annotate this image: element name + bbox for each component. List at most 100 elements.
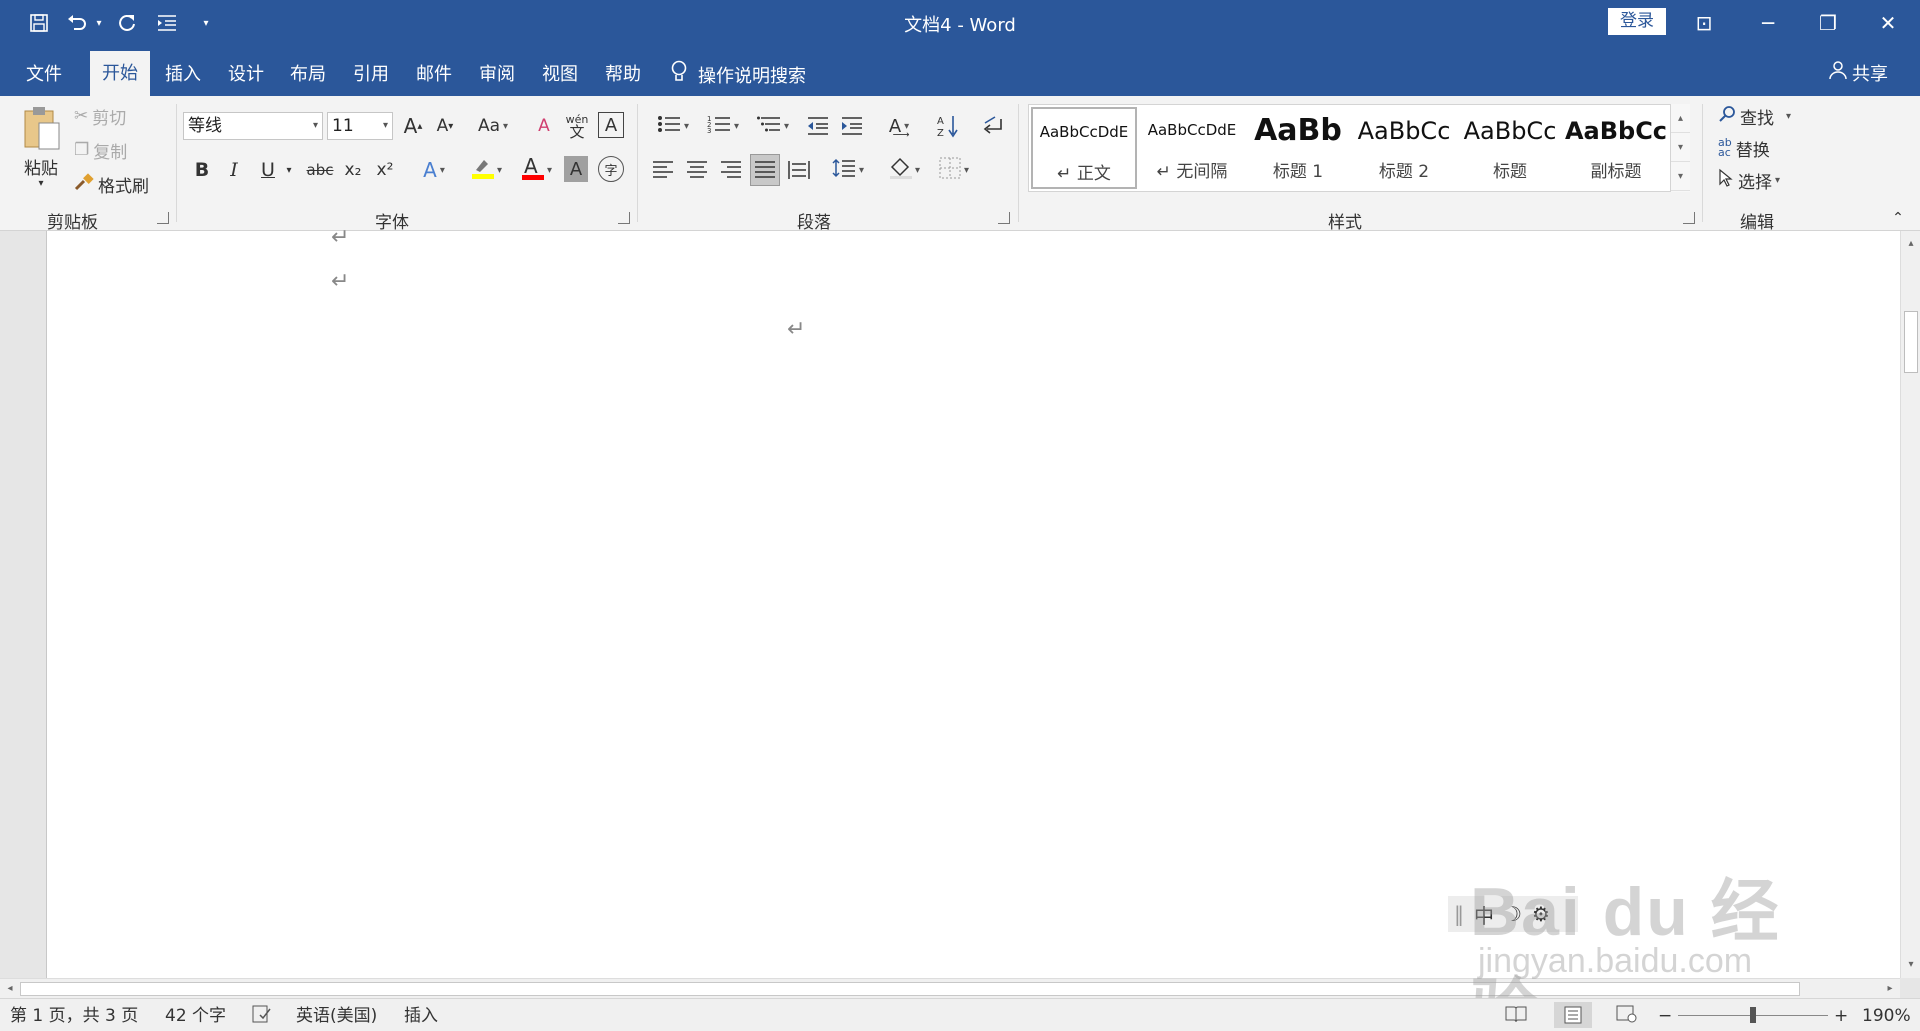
align-center-icon[interactable]	[684, 156, 710, 184]
tab-help[interactable]: 帮助	[605, 60, 641, 90]
scroll-up-icon[interactable]: ▴	[1901, 235, 1920, 253]
format-painter-button[interactable]: 格式刷	[74, 172, 149, 197]
paste-dropdown-icon[interactable]: ▾	[34, 176, 48, 190]
login-button[interactable]: 登录	[1608, 8, 1666, 35]
ime-toolbar[interactable]: ‖ 中 ☽ ⚙	[1448, 896, 1578, 932]
tell-me-search[interactable]: 操作说明搜索	[670, 60, 806, 94]
gallery-down-icon[interactable]: ▾	[1671, 133, 1690, 162]
zoom-level[interactable]: 190%	[1862, 1005, 1911, 1027]
web-layout-icon[interactable]	[1616, 1005, 1638, 1029]
style-subtitle[interactable]: AaBbCc 副标题	[1563, 107, 1669, 189]
underline-button[interactable]: U	[256, 156, 280, 184]
shrink-font-icon[interactable]: A ▾	[432, 112, 458, 140]
underline-dropdown-icon[interactable]: ▾	[282, 156, 296, 184]
customize-qat-icon[interactable]: ▾	[196, 8, 216, 38]
bullets-button[interactable]: ▾	[650, 112, 696, 140]
gear-icon[interactable]: ⚙	[1532, 902, 1550, 926]
close-button[interactable]: ✕	[1858, 0, 1918, 46]
font-color-button[interactable]: A ▾	[514, 154, 558, 184]
align-right-icon[interactable]	[718, 156, 744, 184]
ime-language[interactable]: 中	[1474, 900, 1494, 929]
vertical-scroll-thumb[interactable]	[1904, 311, 1918, 373]
multilevel-list-button[interactable]: ▾	[750, 112, 796, 140]
paragraph-launcher-icon[interactable]	[998, 212, 1010, 224]
scroll-down-icon[interactable]: ▾	[1901, 956, 1920, 974]
language-status[interactable]: 英语(美国)	[296, 1005, 377, 1027]
insert-mode[interactable]: 插入	[404, 1005, 438, 1027]
repeat-icon[interactable]	[112, 8, 142, 38]
copy-button[interactable]: ❐ 复制	[74, 138, 127, 163]
decrease-indent-icon[interactable]	[804, 112, 832, 140]
subscript-button[interactable]: x₂	[340, 156, 366, 184]
enclose-characters-icon[interactable]: 字	[598, 156, 624, 182]
tab-references[interactable]: 引用	[353, 60, 389, 90]
distributed-icon[interactable]	[786, 156, 812, 184]
horizontal-scrollbar[interactable]: ◂ ▸	[0, 978, 1900, 998]
text-effects-button[interactable]: A ▾	[414, 156, 454, 184]
phonetic-guide-icon[interactable]: wén 文	[562, 110, 592, 142]
tab-review[interactable]: 审阅	[479, 60, 515, 90]
save-icon[interactable]	[24, 8, 54, 38]
strikethrough-button[interactable]: abc	[303, 156, 337, 184]
bold-button[interactable]: B	[190, 156, 214, 184]
zoom-slider-thumb[interactable]	[1750, 1007, 1756, 1023]
minimize-button[interactable]: ─	[1738, 0, 1798, 46]
replace-button[interactable]: ab ac 替换	[1718, 134, 1770, 162]
find-button[interactable]: 查找 ▾	[1718, 102, 1791, 130]
style-normal[interactable]: AaBbCcDdE ↵ 正文	[1031, 107, 1137, 189]
horizontal-scroll-thumb[interactable]	[20, 982, 1800, 996]
sort-icon[interactable]: AZ	[934, 112, 962, 140]
clear-formatting-icon[interactable]: A	[530, 112, 558, 140]
cut-button[interactable]: ✂ 剪切	[74, 104, 126, 129]
increase-indent-icon[interactable]	[838, 112, 866, 140]
italic-button[interactable]: I	[222, 156, 246, 184]
font-launcher-icon[interactable]	[618, 212, 630, 224]
style-title[interactable]: AaBbCc 标题	[1457, 107, 1563, 189]
ribbon-display-options-icon[interactable]: ⊡	[1674, 0, 1734, 46]
word-count[interactable]: 42 个字	[165, 1005, 226, 1027]
restore-button[interactable]: ❐	[1798, 0, 1858, 46]
zoom-in-icon[interactable]: +	[1834, 1005, 1848, 1027]
share-button[interactable]: 共享	[1828, 60, 1888, 90]
numbering-button[interactable]: 1 2 3 ▾	[700, 112, 746, 140]
tab-view[interactable]: 视图	[542, 60, 578, 90]
line-spacing-button[interactable]: ▾	[826, 156, 870, 184]
scroll-left-icon[interactable]: ◂	[0, 980, 20, 998]
paste-button[interactable]: 粘贴	[18, 154, 64, 179]
indent-icon[interactable]	[152, 8, 182, 38]
styles-launcher-icon[interactable]	[1683, 212, 1695, 224]
tab-mailings[interactable]: 邮件	[416, 60, 452, 90]
character-shading-icon[interactable]: A	[564, 156, 588, 182]
style-heading-1[interactable]: AaBb 标题 1	[1245, 107, 1351, 189]
highlight-button[interactable]: ▾	[464, 156, 508, 184]
chinese-layout-button[interactable]: A͢ ▾	[878, 112, 920, 140]
tab-design[interactable]: 设计	[228, 60, 264, 90]
collapse-ribbon-icon[interactable]: ⌃	[1888, 210, 1908, 226]
show-formatting-marks-icon[interactable]	[978, 112, 1006, 140]
ime-drag-handle-icon[interactable]: ‖	[1454, 902, 1464, 926]
proofing-icon[interactable]	[252, 1005, 272, 1029]
page-count[interactable]: 第 1 页，共 3 页	[10, 1005, 138, 1027]
align-left-icon[interactable]	[650, 156, 676, 184]
justify-icon[interactable]	[750, 154, 780, 186]
tab-insert[interactable]: 插入	[165, 60, 201, 90]
clipboard-icon[interactable]	[18, 104, 64, 154]
undo-dropdown-icon[interactable]: ▾	[92, 8, 106, 38]
shading-button[interactable]: ▾	[882, 156, 926, 184]
undo-icon[interactable]	[62, 8, 92, 38]
clipboard-launcher-icon[interactable]	[157, 212, 169, 224]
print-layout-icon[interactable]	[1554, 1002, 1592, 1028]
document-page[interactable]: ↵ ↵ ↵	[46, 225, 1900, 978]
select-button[interactable]: 选择 ▾	[1718, 166, 1780, 194]
font-size-combo[interactable]: 11 ▾	[327, 112, 393, 140]
borders-button[interactable]: ▾	[932, 156, 976, 184]
gallery-more-icon[interactable]: ▾	[1671, 162, 1690, 191]
zoom-out-icon[interactable]: −	[1658, 1005, 1672, 1027]
scroll-right-icon[interactable]: ▸	[1880, 980, 1900, 998]
gallery-up-icon[interactable]: ▴	[1671, 104, 1690, 133]
vertical-scrollbar[interactable]: ▴ ▾	[1900, 231, 1920, 978]
style-no-spacing[interactable]: AaBbCcDdE ↵ 无间隔	[1139, 107, 1245, 189]
tab-layout[interactable]: 布局	[290, 60, 326, 90]
tab-home[interactable]: 开始	[90, 51, 150, 96]
read-mode-icon[interactable]	[1505, 1005, 1527, 1029]
